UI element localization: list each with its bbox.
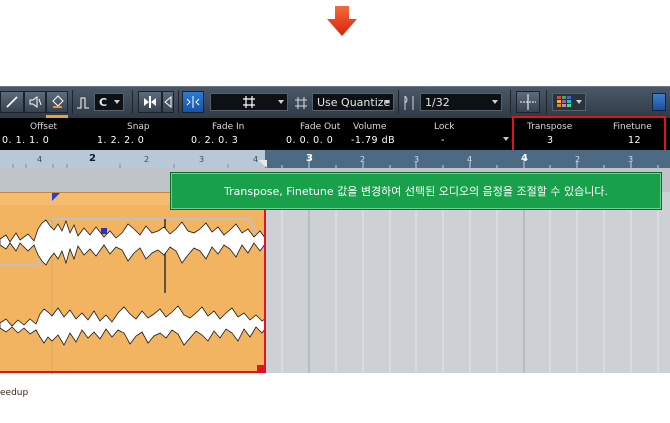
tooltip-callout: Transpose, Finetune 값을 변경하여 선택된 오디오의 음정을… — [170, 172, 662, 210]
waveform-pulse-icon — [77, 97, 89, 109]
event-name: eedup — [0, 388, 29, 398]
zero-crossing-icon — [186, 96, 200, 108]
offset-value[interactable]: 0. 1. 1. 0 — [2, 135, 49, 146]
chevron-down-icon — [278, 100, 284, 104]
crosshair-icon — [520, 94, 536, 110]
offset-label: Offset — [30, 122, 58, 132]
speaker-icon — [29, 96, 42, 108]
key-select[interactable]: C — [94, 93, 124, 111]
grid-icon — [243, 96, 255, 108]
ruler-tick: 4 — [467, 155, 473, 164]
chevron-down-icon — [114, 100, 120, 104]
paint-bucket-icon — [52, 95, 64, 108]
down-arrow-icon — [327, 6, 357, 36]
ruler-tick: 2 — [575, 155, 581, 164]
waveform — [0, 193, 265, 374]
event-volume-handle[interactable] — [257, 365, 265, 373]
track-grid — [265, 192, 670, 373]
quantize-mode-select[interactable]: Use Quantize — [312, 93, 394, 111]
ruler-selected-range: 4 2 2 3 4 — [0, 150, 265, 168]
window-edge-button[interactable] — [652, 93, 666, 111]
quantize-value-select[interactable]: 1/32 — [420, 93, 502, 111]
chevron-down-icon — [384, 100, 390, 104]
fade-out-label: Fade Out — [300, 122, 341, 132]
snap-to-zero-button[interactable] — [182, 91, 204, 113]
pencil-icon — [6, 96, 18, 108]
crosshair-button[interactable] — [516, 91, 540, 113]
callout-text: Transpose, Finetune 값을 변경하여 선택된 오디오의 음정을… — [224, 185, 608, 198]
ruler-bar: 3 — [306, 153, 313, 164]
volume-value[interactable]: -1.79 dB — [351, 135, 395, 146]
quantize-value: 1/32 — [425, 95, 450, 109]
event-selection-edge — [264, 192, 266, 373]
color-tool-button[interactable] — [46, 91, 68, 113]
snap-value[interactable]: 1. 2. 2. 0 — [97, 135, 144, 146]
snap-button[interactable] — [138, 91, 162, 113]
snap-label: Snap — [127, 122, 150, 132]
fade-in-label: Fade In — [212, 122, 245, 132]
pencil-tool-button[interactable] — [0, 91, 24, 113]
snap-icon — [144, 96, 156, 108]
toolbar: C Use Quantize 1/32 — [0, 86, 670, 120]
speaker-tool-button[interactable] — [24, 91, 46, 113]
transpose-finetune-highlight — [512, 116, 666, 152]
quantize-mode-value: Use Quantize — [317, 95, 391, 109]
fade-out-value[interactable]: 0. 0. 0. 0 — [286, 135, 333, 146]
key-value: C — [99, 95, 108, 109]
locator-right-marker[interactable] — [258, 160, 268, 168]
color-select[interactable] — [552, 93, 586, 111]
chevron-down-icon — [503, 137, 509, 141]
event-selection-edge — [0, 371, 266, 373]
lock-label: Lock — [434, 122, 455, 132]
quantize-grid-icon — [295, 97, 307, 109]
chevron-down-icon — [576, 100, 582, 104]
ruler-tick: 3 — [414, 155, 420, 164]
color-palette-icon — [557, 96, 571, 107]
chevron-down-icon — [492, 100, 498, 104]
ruler-tick: 3 — [628, 155, 634, 164]
ruler-bar: 4 — [521, 153, 528, 164]
grid-type-select[interactable] — [210, 93, 288, 111]
audio-event[interactable]: eedup — [0, 192, 265, 398]
fade-in-value[interactable]: 0. 2. 0. 3 — [191, 135, 238, 146]
ruler-tick: 2 — [360, 155, 366, 164]
triangle-left-icon — [164, 96, 172, 108]
quantize-note-icon — [404, 95, 414, 110]
volume-label: Volume — [353, 122, 387, 132]
lock-value[interactable]: - — [441, 135, 445, 146]
snap-type-button[interactable] — [162, 91, 174, 113]
